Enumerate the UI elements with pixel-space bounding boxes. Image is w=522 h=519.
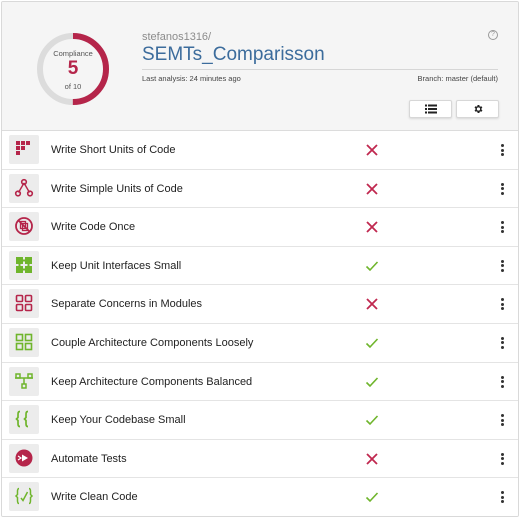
guideline-row[interactable]: Write Short Units of Code xyxy=(2,131,518,170)
clean-code-icon xyxy=(9,482,39,512)
pass-icon xyxy=(365,338,379,349)
more-options-button[interactable] xyxy=(497,413,507,427)
repository-owner[interactable]: stefanos1316/ xyxy=(142,31,211,43)
fail-icon xyxy=(366,182,378,195)
guideline-label: Write Clean Code xyxy=(51,491,138,504)
branch-label: Branch: master (default) xyxy=(417,74,498,83)
list-icon xyxy=(424,104,437,114)
guideline-label: Write Simple Units of Code xyxy=(51,182,183,195)
compliance-total: of 10 xyxy=(64,82,82,91)
more-options-button[interactable] xyxy=(497,452,507,466)
guideline-row[interactable]: Automate Tests xyxy=(2,439,518,479)
guideline-label: Automate Tests xyxy=(51,452,127,465)
more-options-button[interactable] xyxy=(497,259,507,273)
guideline-row[interactable]: Keep Architecture Components Balanced xyxy=(2,362,518,402)
automate-tests-icon xyxy=(9,443,39,473)
last-analysis: Last analysis: 24 minutes ago xyxy=(142,74,241,83)
guideline-row[interactable]: Couple Architecture Components Loosely xyxy=(2,323,518,363)
guideline-label: Write Short Units of Code xyxy=(51,144,176,156)
guideline-label: Couple Architecture Components Loosely xyxy=(51,336,254,349)
small-codebase-icon xyxy=(9,405,39,435)
repository-name[interactable]: SEMTs_Comparisson xyxy=(142,44,325,66)
guideline-row[interactable]: Keep Unit Interfaces Small xyxy=(2,246,518,286)
repository-header: Compliance 5 of 10 stefanos1316/ SEMTs_C… xyxy=(2,2,518,131)
list-view-button[interactable] xyxy=(409,100,452,118)
repository-card: Compliance 5 of 10 stefanos1316/ SEMTs_C… xyxy=(1,1,519,517)
more-options-button[interactable] xyxy=(497,375,507,389)
pass-icon xyxy=(365,261,379,271)
guideline-row[interactable]: Separate Concerns in Modules xyxy=(2,285,518,324)
simple-units-icon xyxy=(9,173,39,203)
fail-icon xyxy=(366,144,378,156)
fail-icon xyxy=(366,453,378,465)
guideline-label: Keep Architecture Components Balanced xyxy=(51,375,253,388)
short-units-icon xyxy=(9,135,39,164)
more-options-button[interactable] xyxy=(497,143,507,157)
couple-components-icon xyxy=(9,327,39,357)
guideline-label: Separate Concerns in Modules xyxy=(51,298,203,311)
more-options-button[interactable] xyxy=(497,297,507,311)
guideline-row[interactable]: Keep Your Codebase Small xyxy=(2,401,518,440)
pass-icon xyxy=(365,492,379,503)
guideline-label: Write Code Once xyxy=(51,221,136,234)
fail-icon xyxy=(366,298,378,311)
guideline-label: Keep Your Codebase Small xyxy=(51,414,186,427)
gear-icon xyxy=(474,104,482,114)
fail-icon xyxy=(366,221,378,233)
more-options-button[interactable] xyxy=(497,336,507,350)
settings-button[interactable] xyxy=(456,100,499,118)
more-options-button[interactable] xyxy=(497,220,507,234)
compliance-label: Compliance xyxy=(53,49,93,58)
unit-interfaces-icon xyxy=(9,250,39,280)
pass-icon xyxy=(365,377,379,387)
guideline-row[interactable]: Write Simple Units of Code xyxy=(2,169,518,209)
guideline-list: Write Short Units of Code Write Simple U… xyxy=(2,131,518,516)
help-icon[interactable]: ? xyxy=(488,30,498,40)
guideline-row[interactable]: Write Code Once xyxy=(2,208,518,247)
compliance-value: 5 xyxy=(67,58,79,79)
more-options-button[interactable] xyxy=(497,182,507,196)
balanced-components-icon xyxy=(9,366,39,396)
pass-icon xyxy=(365,415,379,426)
guideline-row[interactable]: Write Clean Code xyxy=(2,478,518,516)
separate-concerns-icon xyxy=(9,289,39,319)
more-options-button[interactable] xyxy=(497,490,507,504)
guideline-label: Keep Unit Interfaces Small xyxy=(51,259,182,272)
compliance-score: Compliance 5 of 10 xyxy=(35,31,111,107)
code-once-icon xyxy=(9,212,39,242)
header-divider xyxy=(142,69,498,70)
